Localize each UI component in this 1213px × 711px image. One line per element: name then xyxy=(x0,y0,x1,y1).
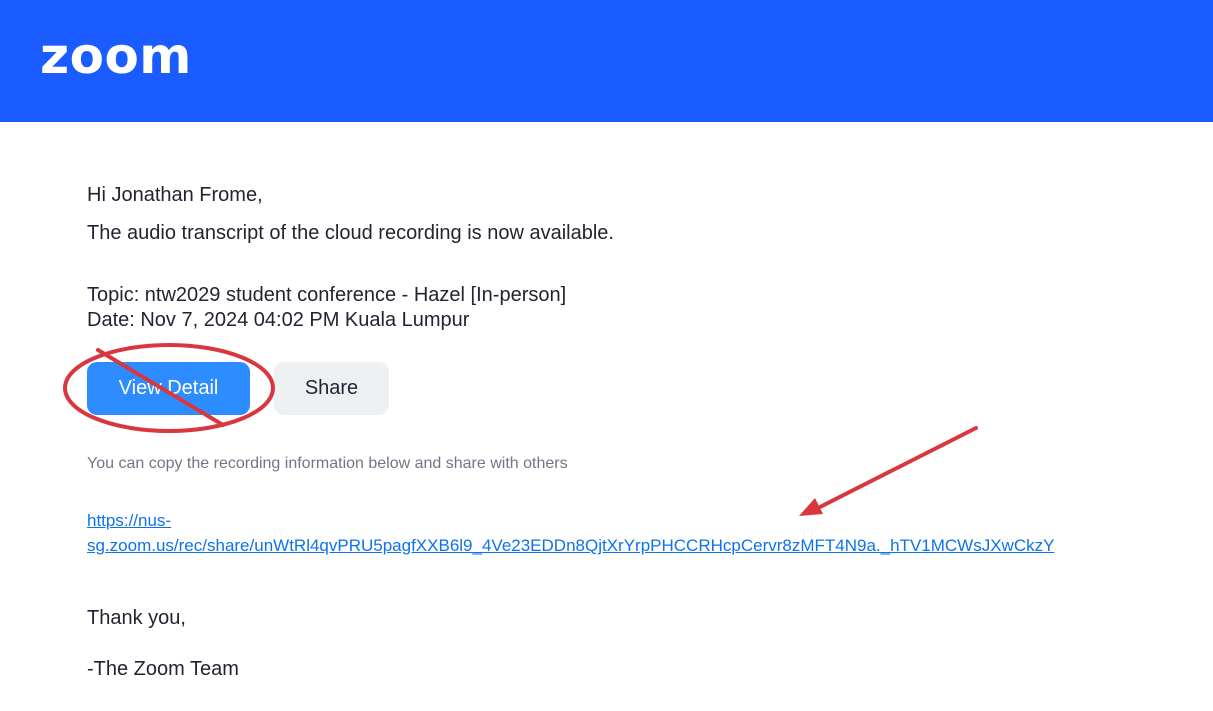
meeting-date: Date: Nov 7, 2024 04:02 PM Kuala Lumpur xyxy=(87,309,470,331)
share-instruction-text: You can copy the recording information b… xyxy=(87,455,568,472)
recording-share-link-line-1[interactable]: https://nus- xyxy=(87,508,1147,533)
intro-text: The audio transcript of the cloud record… xyxy=(87,222,614,244)
closing-text: Thank you, xyxy=(87,607,186,629)
share-button[interactable]: Share xyxy=(274,362,389,415)
signature-text: -The Zoom Team xyxy=(87,658,239,680)
meeting-topic: Topic: ntw2029 student conference - Haze… xyxy=(87,284,567,306)
view-detail-button[interactable]: View Detail xyxy=(87,362,250,415)
recording-share-link[interactable]: https://nus- sg.zoom.us/rec/share/unWtRl… xyxy=(87,508,1147,558)
email-page: zoom Hi Jonathan Frome, The audio transc… xyxy=(0,0,1213,711)
annotation-arrow-shaft xyxy=(818,426,978,509)
greeting-text: Hi Jonathan Frome, xyxy=(87,184,263,206)
zoom-header-bar: zoom xyxy=(0,0,1213,122)
zoom-logo: zoom xyxy=(40,27,192,85)
recording-share-link-line-2[interactable]: sg.zoom.us/rec/share/unWtRl4qvPRU5pagfXX… xyxy=(87,533,1147,558)
